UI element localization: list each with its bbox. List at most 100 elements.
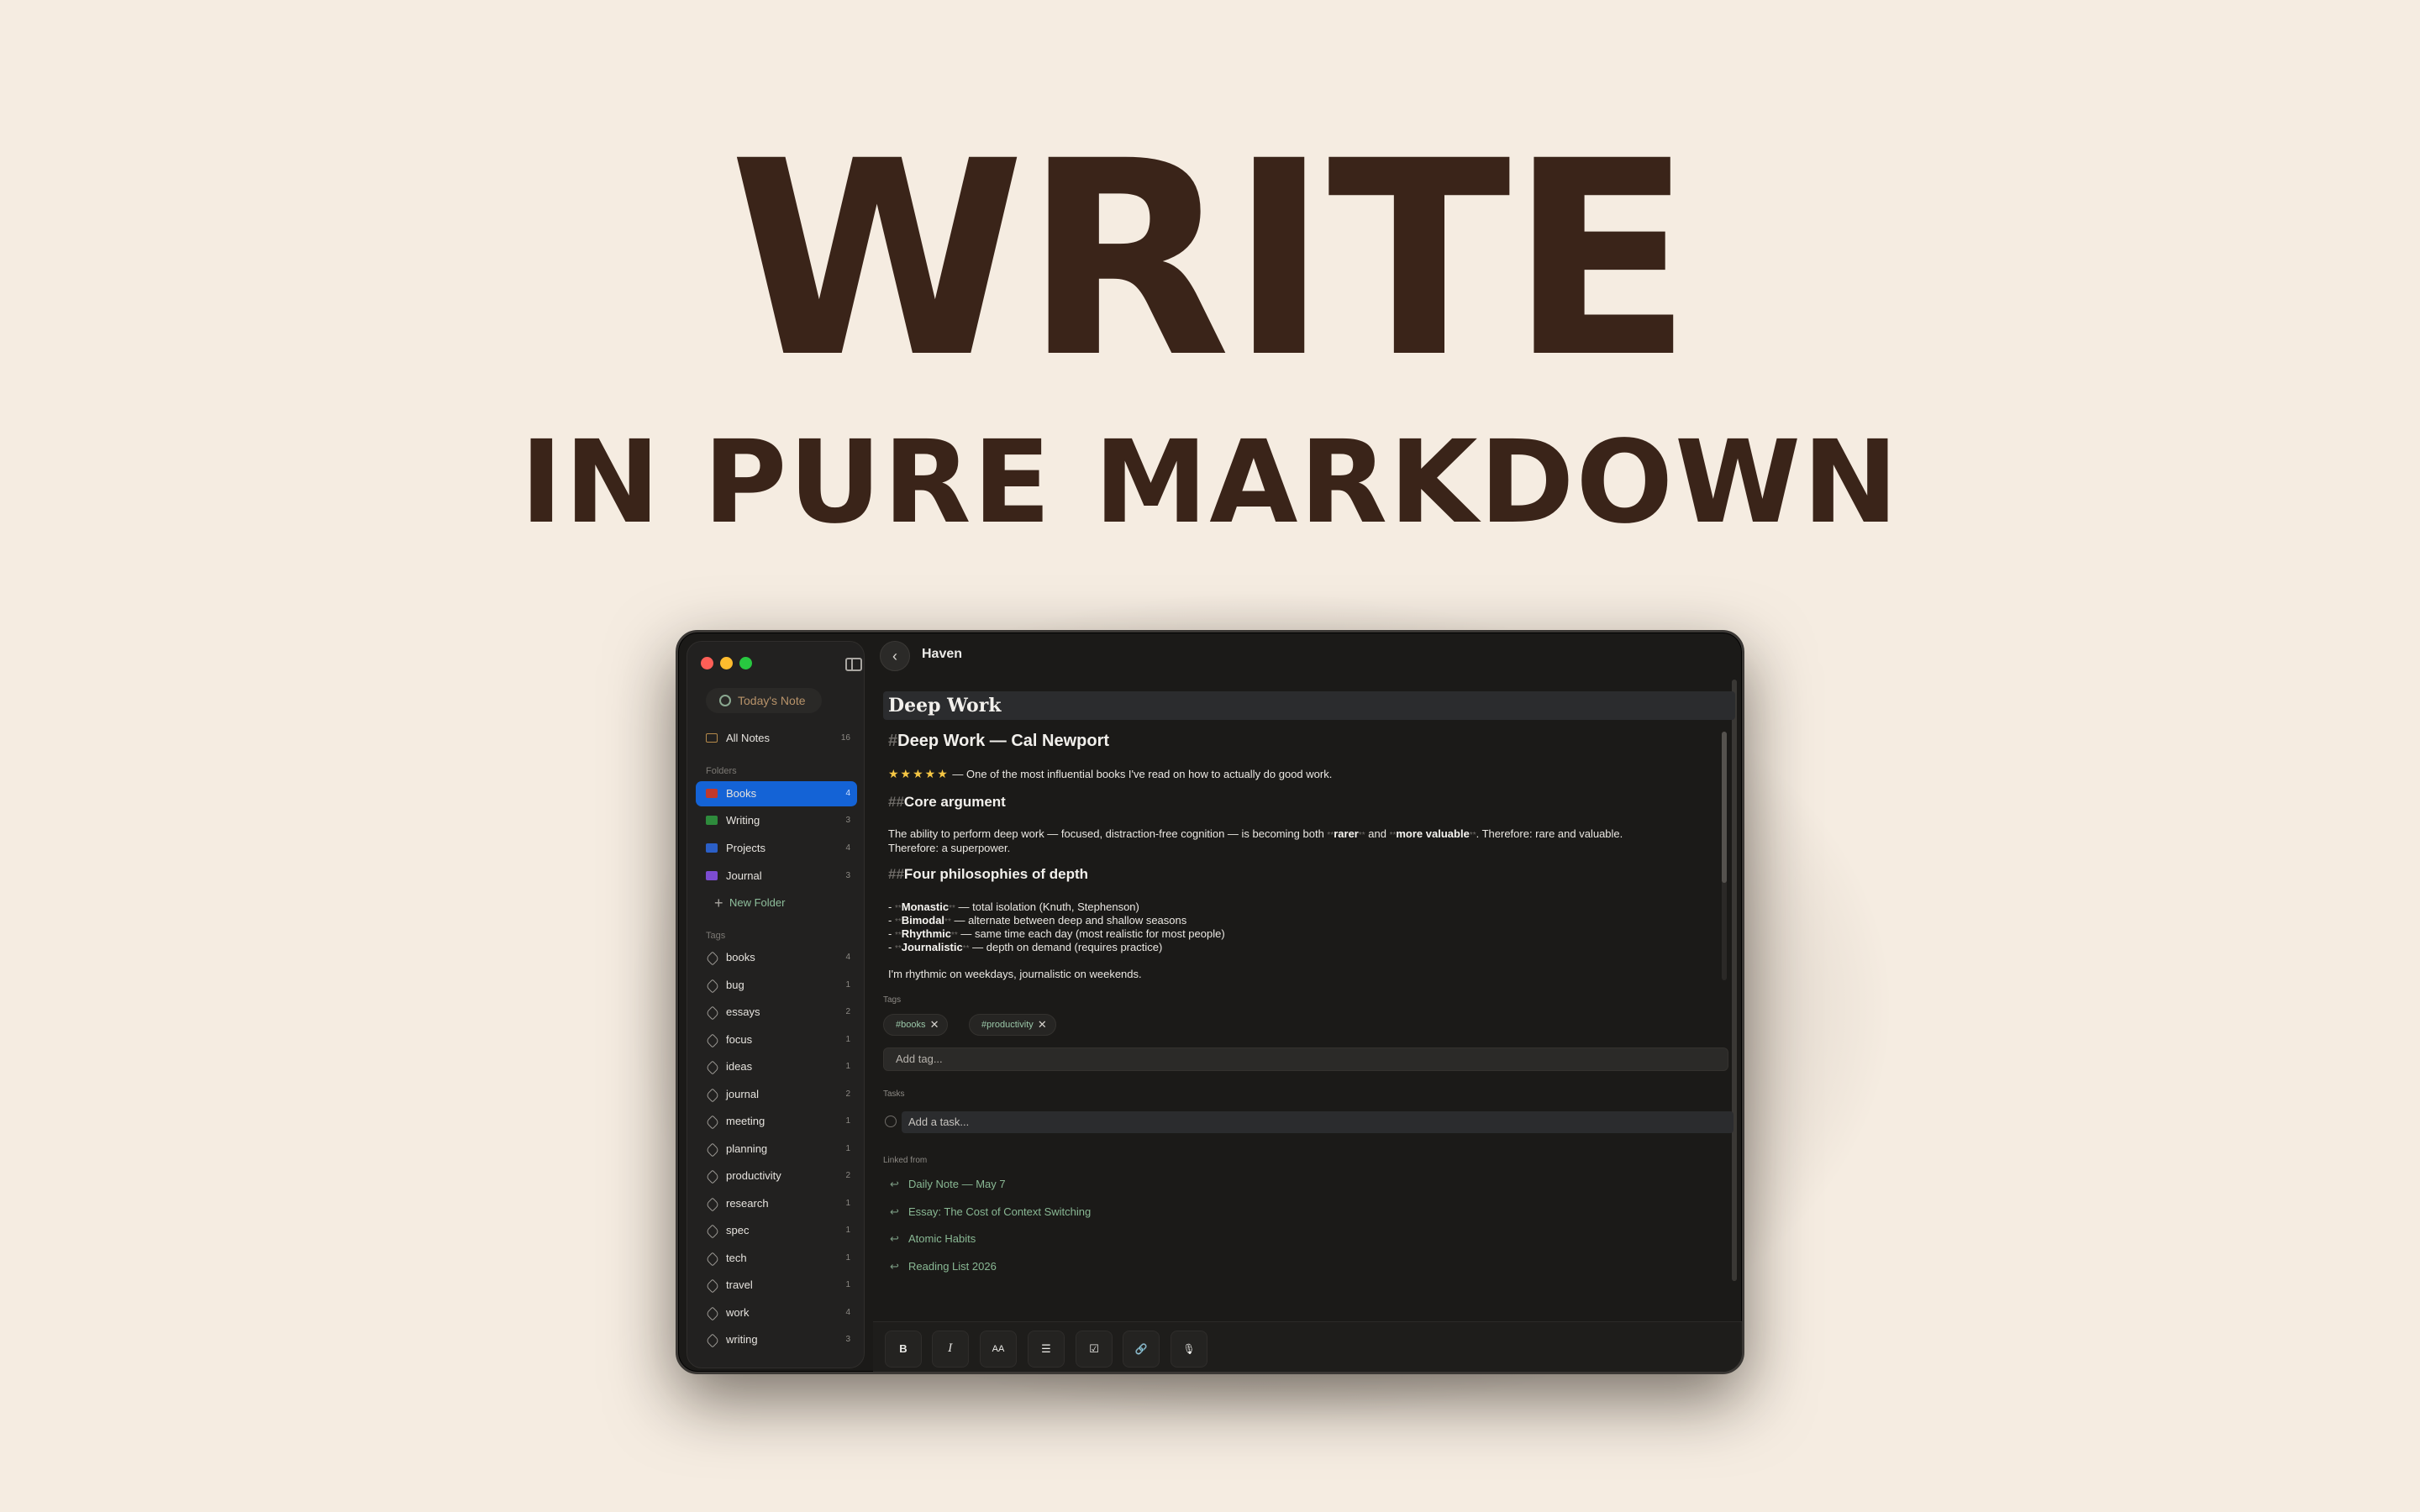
folder-icon [706,871,718,880]
notes-icon [706,733,718,743]
backlink-label: Essay: The Cost of Context Switching [908,1205,1092,1218]
sidebar-item-books[interactable]: Books 4 [696,781,857,806]
sidebar-tag-essays[interactable]: essays 2 [696,1000,857,1025]
sidebar-tag-travel[interactable]: travel 1 [696,1273,857,1298]
today-note-button[interactable]: Today's Note [706,688,822,713]
sidebar-tag-planning[interactable]: planning 1 [696,1137,857,1162]
new-folder-label: New Folder [729,896,786,909]
task-checkbox-icon[interactable] [885,1116,897,1127]
remove-tag-icon[interactable]: ✕ [930,1015,939,1035]
add-task-input[interactable]: Add a task... [902,1111,1733,1133]
editor-scrollbar[interactable] [1722,732,1727,980]
new-folder-button[interactable]: + New Folder [696,890,857,916]
markdown-editor[interactable]: #Deep Work — Cal Newport ★★★★★ — One of … [888,732,1720,980]
tags-label: Tags [883,995,902,1005]
tag-icon [705,1278,720,1294]
backlink-item[interactable]: ↩ Atomic Habits [890,1232,976,1246]
tag-icon [705,1333,720,1348]
tag-count: 1 [845,1035,850,1044]
tag-chip[interactable]: #productivity ✕ [969,1014,1056,1036]
sidebar-item-projects[interactable]: Projects 4 [696,836,857,861]
backlink-arrow-icon: ↩ [890,1232,899,1245]
tag-count: 1 [845,1116,850,1126]
rating-text: — One of the most influential books I've… [949,768,1333,780]
editor-heading-core: ##Core argument [888,794,1006,811]
folder-icon [706,816,718,825]
sidebar-toggle-icon[interactable] [845,658,862,671]
tag-label: meeting [726,1115,765,1127]
sidebar-tag-work[interactable]: work 4 [696,1300,857,1326]
tag-icon [705,1115,720,1130]
sidebar-tag-focus[interactable]: focus 1 [696,1027,857,1053]
checkbox-button[interactable]: ☑ [1076,1331,1113,1368]
italic-button[interactable]: I [932,1331,969,1368]
tag-label: planning [726,1142,768,1155]
sidebar-item-writing[interactable]: Writing 3 [696,808,857,833]
backlink-arrow-icon: ↩ [890,1178,899,1190]
back-button[interactable]: ‹ [880,641,910,671]
heading-marker: ## [888,794,904,810]
hero-subtitle: IN PURE MARKDOWN [520,417,1900,549]
microphone-button[interactable]: 🎙 [1171,1331,1207,1368]
tag-label: travel [726,1278,753,1291]
tag-label: spec [726,1224,750,1236]
tag-count: 1 [845,1144,850,1153]
globe-icon [719,695,731,706]
breadcrumb: Haven [922,647,963,661]
bold-text: more valuable [1396,827,1470,840]
tag-label: ideas [726,1060,753,1073]
tag-count: 3 [845,1335,850,1344]
main-pane: ‹ Haven Deep Work #Deep Work — Cal Newpo… [873,633,1742,1372]
backlink-item[interactable]: ↩ Essay: The Cost of Context Switching [890,1205,1091,1219]
sidebar-tag-bug[interactable]: bug 1 [696,973,857,998]
sidebar-tag-spec[interactable]: spec 1 [696,1218,857,1243]
backlink-item[interactable]: ↩ Reading List 2026 [890,1260,997,1273]
sidebar-item-all-notes[interactable]: All Notes 16 [696,726,857,751]
add-tag-input[interactable]: Add tag... [883,1047,1728,1071]
tag-count: 2 [845,1007,850,1016]
remove-tag-icon[interactable]: ✕ [1038,1015,1047,1035]
tag-label: bug [726,979,744,991]
sidebar-tag-tech[interactable]: tech 1 [696,1246,857,1271]
tag-count: 2 [845,1089,850,1099]
tag-count: 2 [845,1171,850,1180]
sidebar-tag-productivity[interactable]: productivity 2 [696,1163,857,1189]
star-rating-icon: ★★★★★ [888,767,950,780]
main-scrollbar[interactable] [1732,680,1737,1281]
sidebar-tag-writing[interactable]: writing 3 [696,1327,857,1352]
sidebar: Today's Note All Notes 16 Folders Books … [687,641,865,1368]
note-title-input[interactable]: Deep Work [883,691,1735,720]
zoom-window-button[interactable] [739,657,752,669]
folder-label: Writing [726,814,760,827]
minimize-window-button[interactable] [720,657,733,669]
sidebar-item-journal[interactable]: Journal 3 [696,864,857,889]
folder-count: 4 [845,789,850,798]
linked-from-label: Linked from [883,1156,928,1165]
tag-label: essays [726,1005,760,1018]
folder-icon [706,789,718,798]
sidebar-tag-meeting[interactable]: meeting 1 [696,1109,857,1134]
sidebar-tag-books[interactable]: books 4 [696,945,857,970]
list-button[interactable]: ☰ [1028,1331,1065,1368]
sidebar-tag-journal[interactable]: journal 2 [696,1082,857,1107]
format-toolbar: B I AA ☰ ☑ 🔗 🎙 [873,1321,1742,1372]
sidebar-tag-ideas[interactable]: ideas 1 [696,1054,857,1079]
tags-section-label: Tags [706,931,726,941]
close-window-button[interactable] [701,657,713,669]
tag-count: 1 [845,1280,850,1289]
text-size-button[interactable]: AA [980,1331,1017,1368]
bold-button[interactable]: B [885,1331,922,1368]
tag-icon [705,1306,720,1321]
bold-marker: ** [1469,831,1476,840]
link-button[interactable]: 🔗 [1123,1331,1160,1368]
tag-chip[interactable]: #books ✕ [883,1014,949,1036]
folder-count: 3 [845,816,850,825]
app-window: Today's Note All Notes 16 Folders Books … [676,630,1744,1374]
rating-line: ★★★★★ — One of the most influential book… [888,767,1332,781]
backlink-item[interactable]: ↩ Daily Note — May 7 [890,1178,1006,1191]
tag-count: 4 [845,1308,850,1317]
text-run: The ability to perform deep work — focus… [888,827,1328,840]
tag-count: 1 [845,1253,850,1263]
sidebar-tag-research[interactable]: research 1 [696,1191,857,1216]
folders-section-label: Folders [706,766,737,776]
